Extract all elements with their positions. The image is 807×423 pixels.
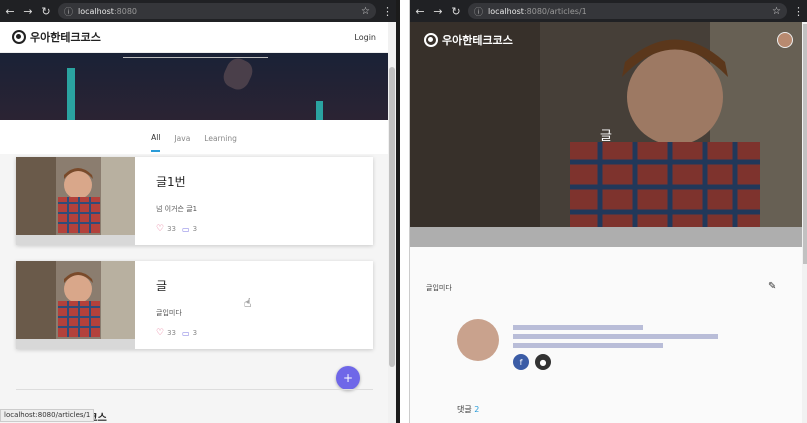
page-scrollbar[interactable]: [388, 22, 396, 423]
url-text: localhost:8080: [78, 6, 137, 16]
site-header: 우아한테크코스 Login: [0, 22, 388, 53]
comments-header: 댓글 2: [457, 404, 479, 415]
footer-divider: [16, 389, 373, 390]
hero-line: [123, 57, 268, 58]
bookmark-star-icon[interactable]: ☆: [361, 6, 370, 17]
forward-icon[interactable]: →: [432, 5, 444, 18]
article-hero-image: 우아한테크코스 글: [410, 22, 807, 247]
right-browser-window: ← → ↻ ⓘ localhost:8080/articles/1 ☆ ⋮ 우아…: [409, 0, 807, 423]
logo-icon: [12, 30, 26, 44]
article-thumbnail: [16, 157, 135, 245]
author-bio-blurred: [513, 325, 718, 352]
article-card[interactable]: 글 글입미다 ♡ 33 ▭ 3: [16, 261, 373, 349]
article-description: 넘 이거슨 글1: [156, 205, 198, 213]
url-text: localhost:8080/articles/1: [488, 6, 587, 16]
tab-learning[interactable]: Learning: [204, 124, 237, 151]
article-title: 글: [600, 129, 612, 144]
page-scrollbar[interactable]: [802, 22, 807, 423]
logo-icon: [424, 33, 438, 47]
article-thumbnail: [16, 261, 135, 349]
article-card[interactable]: 글1번 넘 이거슨 글1 ♡ 33 ▭ 3: [16, 157, 373, 245]
back-icon[interactable]: ←: [414, 5, 426, 18]
reload-icon[interactable]: ↻: [450, 5, 462, 18]
article-content: 글입미다: [426, 284, 452, 292]
comment-count: 3: [192, 329, 198, 337]
github-icon[interactable]: ●: [535, 354, 551, 370]
brand-logo[interactable]: 우아한테크코스: [424, 32, 513, 48]
article-body: 글입미다 ✎ f ● 댓글 2: [410, 247, 802, 423]
info-icon[interactable]: ⓘ: [474, 5, 483, 18]
hero-astronaut: [219, 54, 257, 94]
heart-icon[interactable]: ♡: [156, 328, 164, 338]
window-gap: [400, 0, 409, 423]
reload-icon[interactable]: ↻: [40, 5, 52, 18]
add-article-button[interactable]: +: [336, 366, 360, 390]
comments-label: 댓글: [457, 405, 472, 414]
facebook-icon[interactable]: f: [513, 354, 529, 370]
forward-icon[interactable]: →: [22, 5, 34, 18]
brand-name: 우아한테크코스: [30, 31, 101, 44]
browser-toolbar: ← → ↻ ⓘ localhost:8080/articles/1 ☆ ⋮: [410, 0, 807, 22]
user-avatar[interactable]: [777, 32, 793, 48]
article-description: 글입미다: [156, 309, 182, 317]
browser-menu-icon[interactable]: ⋮: [382, 5, 393, 18]
like-count: 33: [167, 329, 176, 337]
comment-icon: ▭: [182, 328, 190, 338]
tab-all[interactable]: All: [151, 123, 161, 152]
comment-icon: ▭: [182, 224, 190, 234]
address-bar[interactable]: ⓘ localhost:8080 ☆: [58, 3, 376, 19]
blurred-text-line: [513, 325, 643, 330]
scrollbar-thumb[interactable]: [389, 67, 395, 367]
like-count: 33: [167, 225, 176, 233]
hero-decoration: [316, 101, 323, 120]
comment-count: 3: [192, 225, 198, 233]
info-icon[interactable]: ⓘ: [64, 5, 73, 18]
login-link[interactable]: Login: [354, 33, 376, 42]
hero-banner: [0, 53, 388, 120]
link-status-bar: localhost:8080/articles/1: [0, 409, 95, 422]
comments-count: 2: [474, 405, 480, 414]
article-title: 글1번: [156, 175, 186, 189]
tab-java[interactable]: Java: [174, 124, 190, 151]
scrollbar-thumb[interactable]: [803, 24, 807, 264]
blurred-text-line: [513, 343, 663, 348]
address-bar[interactable]: ⓘ localhost:8080/articles/1 ☆: [468, 3, 787, 19]
article-title: 글: [156, 279, 168, 293]
browser-toolbar: ← → ↻ ⓘ localhost:8080 ☆ ⋮: [0, 0, 396, 22]
back-icon[interactable]: ←: [4, 5, 16, 18]
heart-icon[interactable]: ♡: [156, 224, 164, 234]
author-avatar: [457, 319, 499, 361]
brand-name: 우아한테크코스: [442, 34, 513, 47]
blurred-text-line: [513, 334, 718, 339]
bookmark-star-icon[interactable]: ☆: [772, 6, 781, 17]
left-browser-window: ← → ↻ ⓘ localhost:8080 ☆ ⋮ 우아한테크코스 Login…: [0, 0, 400, 423]
browser-menu-icon[interactable]: ⋮: [793, 5, 804, 18]
author-social-links: f ●: [513, 354, 551, 370]
hero-decoration: [67, 68, 75, 120]
mouse-cursor: ☝: [244, 296, 252, 310]
category-tabs: All Java Learning: [0, 120, 388, 154]
edit-pencil-icon[interactable]: ✎: [768, 281, 776, 292]
brand-logo[interactable]: 우아한테크코스: [12, 29, 101, 45]
